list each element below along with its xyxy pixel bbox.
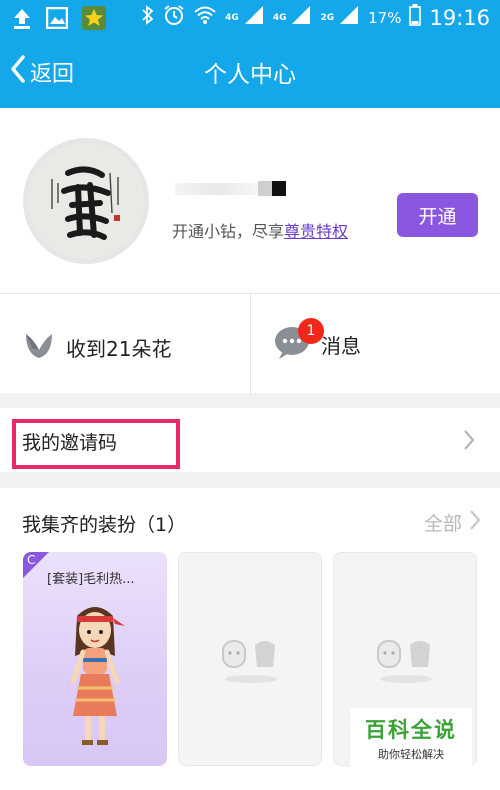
avatar[interactable]	[23, 138, 149, 264]
nav-bar: 返回 个人中心	[0, 36, 500, 108]
nickname-obscured-mark-dark	[272, 181, 286, 196]
system-indicators: 4G 4G 2G 17% 19:16	[141, 4, 490, 31]
empty-slot-icon	[219, 635, 283, 689]
chevron-right-icon	[468, 508, 482, 537]
nickname-obscured	[175, 183, 260, 195]
outfit-name: [套装]毛利热...	[47, 572, 135, 587]
network-type-4g-secondary: 4G	[272, 12, 287, 23]
chevron-right-icon	[462, 428, 476, 456]
flowers-label: 收到21朵花	[66, 337, 172, 361]
vip-privileges-link[interactable]: 尊贵特权	[284, 222, 348, 241]
vip-promo-text: 开通小钻，尽享尊贵特权	[172, 218, 348, 242]
profile-section: 开通小钻，尽享尊贵特权 开通	[0, 108, 500, 293]
signal-icon-1	[243, 4, 265, 31]
watermark-subtitle: 助你轻松解决	[378, 748, 444, 761]
flower-icon	[22, 328, 56, 367]
unread-badge: 1	[298, 318, 324, 344]
star-app-icon	[82, 6, 106, 34]
wifi-icon	[193, 5, 217, 30]
notification-icons	[12, 6, 106, 34]
empty-outfit-slot	[178, 552, 322, 766]
status-bar: 4G 4G 2G 17% 19:16	[0, 0, 500, 36]
signal-icon-3	[338, 4, 360, 31]
flowers-received-item[interactable]: 收到21朵花	[22, 328, 171, 367]
network-type-2g: 2G	[320, 12, 335, 23]
battery-percent: 17%	[368, 8, 402, 27]
open-vip-button[interactable]: 开通	[397, 193, 478, 237]
page-title: 个人中心	[204, 62, 296, 88]
messages-label: 消息	[321, 334, 361, 358]
bluetooth-icon	[141, 5, 155, 30]
outfit-card[interactable]: C [套装]毛利热...	[23, 552, 167, 766]
gallery-icon	[45, 6, 69, 33]
watermark-logo: 百科全说 助你轻松解决	[350, 708, 472, 766]
highlight-box	[12, 419, 180, 469]
character-illustration	[55, 596, 135, 760]
nickname-obscured-mark	[258, 181, 272, 196]
signal-icon-2	[290, 4, 312, 31]
stats-divider	[250, 294, 251, 394]
stats-row: 收到21朵花 消息	[0, 293, 500, 394]
watermark-title: 百科全说	[365, 718, 457, 742]
clock: 19:16	[429, 5, 490, 30]
view-all-link[interactable]: 全部	[424, 508, 482, 537]
empty-slot-icon	[374, 635, 438, 689]
battery-icon	[409, 4, 422, 31]
view-all-label: 全部	[423, 513, 462, 535]
network-type-4g: 4G	[225, 12, 239, 23]
vip-promo-prefix: 开通小钻，尽享	[172, 222, 285, 241]
rarity-letter: C	[27, 553, 36, 567]
alarm-icon	[163, 4, 185, 31]
upload-icon	[12, 7, 32, 33]
collected-outfits-title: 我集齐的装扮（1）	[22, 514, 187, 536]
